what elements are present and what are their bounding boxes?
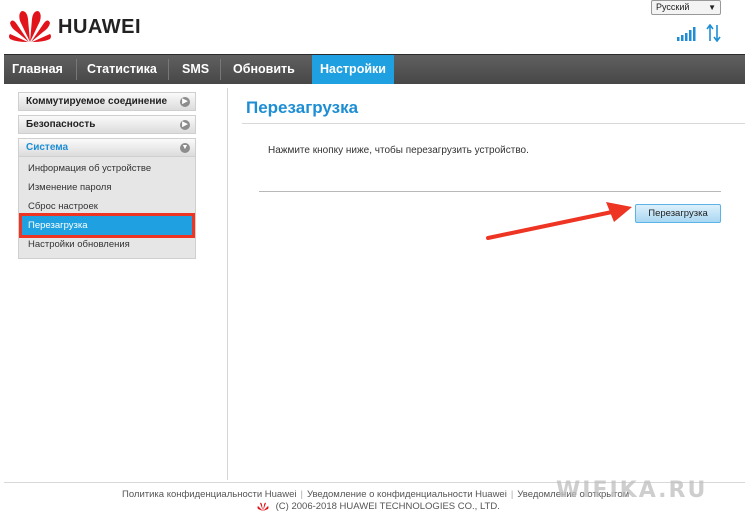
huawei-logo-icon xyxy=(9,11,51,42)
huawei-mini-logo-icon xyxy=(257,502,269,511)
sidebar-item-update-settings[interactable]: Настройки обновления xyxy=(19,235,195,254)
footer-link-privacy-notice[interactable]: Уведомление о конфиденциальности Huawei xyxy=(307,489,507,500)
brand-name: HUAWEI xyxy=(58,16,141,38)
language-select[interactable]: Русский ▼ xyxy=(651,0,721,15)
sidebar-group-security[interactable]: Безопасность ▶ xyxy=(18,115,196,134)
red-arrow-icon xyxy=(486,202,632,240)
nav-update[interactable]: Обновить xyxy=(225,55,303,84)
nav-separator xyxy=(76,59,77,80)
page-title: Перезагрузка xyxy=(246,98,359,117)
sidebar-group-dialup[interactable]: Коммутируемое соединение ▶ xyxy=(18,92,196,111)
copyright: (C) 2006-2018 HUAWEI TECHNOLOGIES CO., L… xyxy=(257,501,500,512)
language-value: Русский xyxy=(656,2,690,12)
sidebar-item-factory-reset[interactable]: Сброс настроек xyxy=(19,197,195,216)
sidebar-group-label: Безопасность xyxy=(26,119,96,130)
content-divider xyxy=(259,191,721,192)
nav-sms[interactable]: SMS xyxy=(174,55,217,84)
sidebar-item-device-info[interactable]: Информация об устройстве xyxy=(19,159,195,178)
signal-bars-icon xyxy=(677,27,696,41)
up-down-arrows-icon xyxy=(706,24,721,42)
reboot-button[interactable]: Перезагрузка xyxy=(635,204,721,223)
chevron-right-icon: ▶ xyxy=(180,97,190,107)
chevron-down-icon: ▼ xyxy=(708,3,716,12)
chevron-right-icon: ▶ xyxy=(180,120,190,130)
nav-statistics[interactable]: Статистика xyxy=(79,55,165,84)
sidebar-group-label: Коммутируемое соединение xyxy=(26,96,168,107)
nav-settings[interactable]: Настройки xyxy=(312,55,394,84)
system-submenu: Информация об устройстве Изменение парол… xyxy=(18,157,196,259)
column-divider xyxy=(227,88,228,480)
main-nav: Главная Статистика SMS Обновить Настройк… xyxy=(4,54,745,84)
title-divider xyxy=(242,123,745,124)
reboot-description: Нажмите кнопку ниже, чтобы перезагрузить… xyxy=(268,145,529,156)
sidebar-item-reboot[interactable]: Перезагрузка xyxy=(19,213,195,238)
chevron-down-icon: ▼ xyxy=(180,143,190,153)
header: HUAWEI Русский ▼ xyxy=(0,0,750,54)
sidebar-group-system[interactable]: Система ▼ xyxy=(18,138,196,157)
sidebar-item-change-password[interactable]: Изменение пароля xyxy=(19,178,195,197)
sidebar-group-label: Система xyxy=(26,142,69,153)
copyright-text: (C) 2006-2018 HUAWEI TECHNOLOGIES CO., L… xyxy=(275,501,500,512)
nav-separator xyxy=(220,59,221,80)
footer-link-privacy-policy[interactable]: Политика конфиденциальности Huawei xyxy=(122,489,296,500)
sidebar: Коммутируемое соединение ▶ Безопасность … xyxy=(18,92,196,259)
nav-separator xyxy=(168,59,169,80)
nav-home[interactable]: Главная xyxy=(4,55,71,84)
watermark: WIFIKA.RU xyxy=(556,478,708,503)
